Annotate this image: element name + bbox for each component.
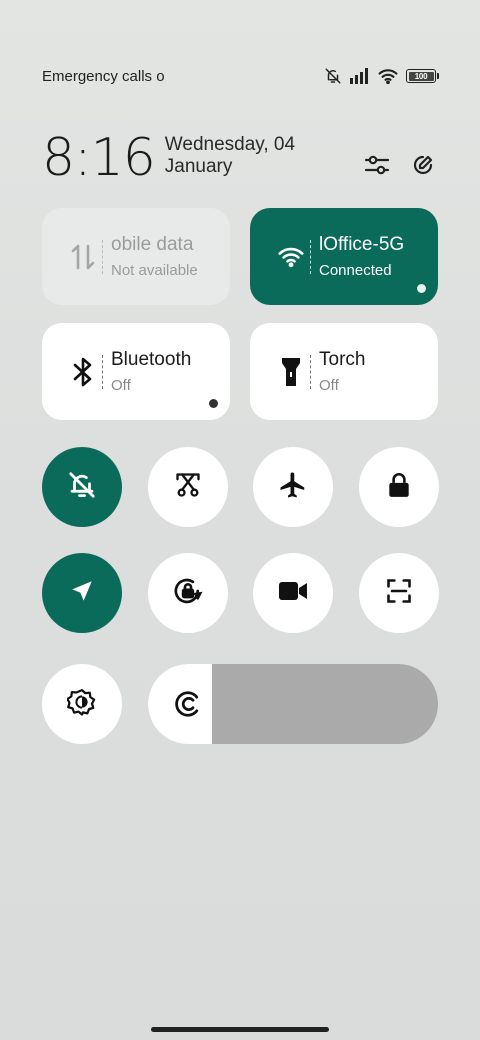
auto-brightness-icon (66, 687, 97, 722)
torch-tile[interactable]: Torch Off (250, 323, 438, 420)
settings-sliders-icon[interactable] (364, 152, 390, 178)
torch-subtitle: Off (319, 377, 339, 394)
clock-actions (364, 152, 436, 178)
screen-record-toggle[interactable] (253, 553, 333, 633)
signal-icon (350, 68, 370, 84)
clock-date: Wednesday, 04 January (164, 134, 296, 177)
bluetooth-more-dot[interactable] (209, 399, 218, 408)
bell-off-icon (67, 470, 97, 505)
clock-row: 8:16 Wednesday, 04 January (42, 120, 436, 184)
edit-icon[interactable] (410, 152, 436, 178)
location-toggle[interactable] (42, 553, 122, 633)
tile-separator (310, 239, 311, 274)
lock-icon (386, 471, 412, 504)
tile-separator (102, 354, 103, 389)
clock-time: 8:16 (42, 128, 156, 188)
carrier-text: Emergency calls o (42, 67, 165, 85)
rotation-lock-icon (171, 574, 205, 613)
mobile-data-subtitle: Not available (111, 262, 198, 279)
mobile-data-tile[interactable]: obile data Not available (42, 208, 230, 305)
bluetooth-icon (70, 356, 96, 388)
status-bar: Emergency calls o 100 (42, 62, 439, 90)
airplane-icon (278, 470, 308, 505)
wifi-tile[interactable]: lOffice-5G Connected (250, 208, 438, 305)
bluetooth-subtitle: Off (111, 377, 131, 394)
rotation-lock-toggle[interactable] (148, 553, 228, 633)
scissors-screenshot-icon (174, 471, 202, 504)
battery-icon: 100 (406, 69, 439, 83)
scan-frame-icon (385, 577, 413, 610)
scanner-toggle[interactable] (359, 553, 439, 633)
location-arrow-icon (69, 578, 95, 609)
wifi-more-dot[interactable] (417, 284, 426, 293)
torch-icon (278, 356, 304, 388)
bluetooth-title: Bluetooth (111, 349, 192, 370)
lock-toggle[interactable] (359, 447, 439, 527)
bell-muted-icon (324, 67, 342, 85)
status-icons: 100 (324, 67, 439, 85)
wifi-title: lOffice-5G (319, 234, 405, 255)
wifi-icon (278, 241, 304, 273)
home-indicator[interactable] (151, 1027, 329, 1032)
tile-separator (102, 239, 103, 274)
auto-brightness-toggle[interactable] (42, 664, 122, 744)
wifi-subtitle: Connected (319, 262, 392, 279)
silent-toggle[interactable] (42, 447, 122, 527)
wifi-status-icon (378, 68, 398, 84)
battery-text: 100 (414, 71, 428, 81)
mobile-data-icon (70, 241, 96, 273)
brightness-icon (170, 686, 206, 722)
brightness-slider[interactable] (148, 664, 438, 744)
tile-separator (310, 354, 311, 389)
screenshot-toggle[interactable] (148, 447, 228, 527)
airplane-toggle[interactable] (253, 447, 333, 527)
mobile-data-title: obile data (111, 234, 194, 255)
video-camera-icon (278, 580, 308, 607)
bluetooth-tile[interactable]: Bluetooth Off (42, 323, 230, 420)
torch-title: Torch (319, 349, 366, 370)
